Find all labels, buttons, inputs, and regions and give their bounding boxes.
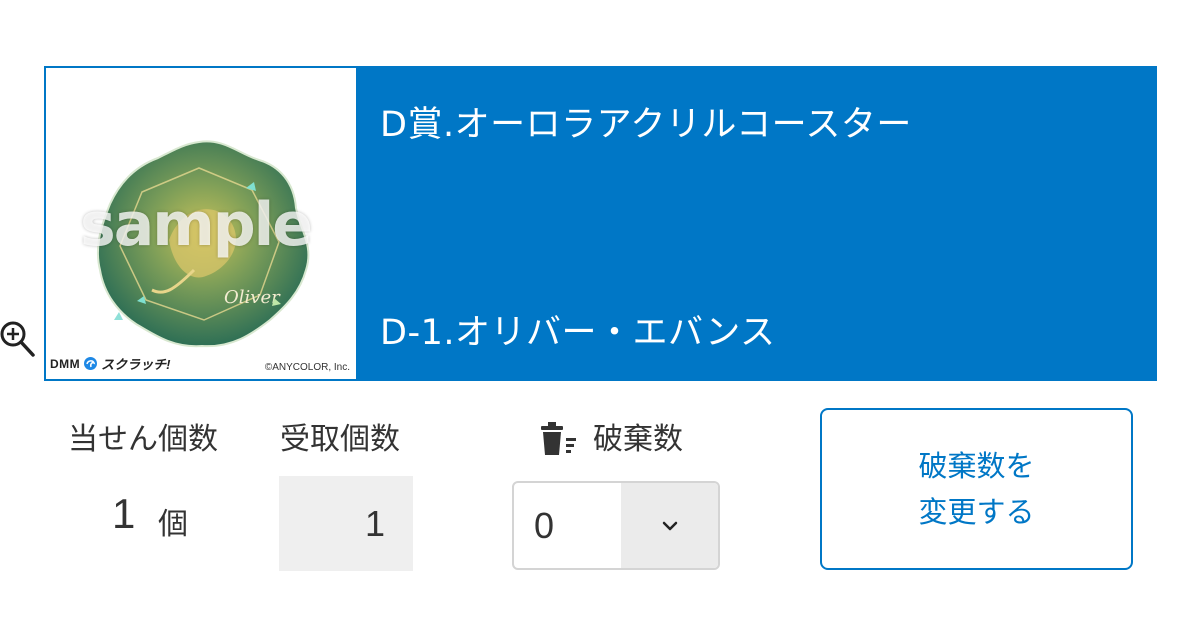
won-count-value: 1	[112, 490, 136, 537]
received-count-field: 1	[279, 476, 413, 571]
discard-count-label: 破棄数	[593, 422, 683, 457]
dmm-scratch-logo: DMM スクラッチ!	[50, 354, 171, 373]
prize-info: D賞.オーロラアクリルコースター D-1.オリバー・エバンス	[358, 68, 1155, 379]
prize-variant: D-1.オリバー・エバンス	[380, 313, 776, 353]
select-arrow[interactable]	[621, 483, 718, 568]
prize-image[interactable]: Oliver sample DMM スクラッチ! ©ANYCOLOR, Inc.	[46, 68, 358, 379]
discard-count-select[interactable]: 0	[512, 481, 720, 570]
change-discard-label-line1: 破棄数を	[918, 449, 1035, 483]
received-count-label: 受取個数	[280, 422, 400, 457]
zoom-in-icon[interactable]	[0, 314, 36, 358]
prize-title: D賞.オーロラアクリルコースター	[380, 105, 912, 145]
swirl-icon	[84, 357, 98, 370]
change-discard-button[interactable]: 破棄数を 変更する	[820, 408, 1133, 570]
copyright-text: ©ANYCOLOR, Inc.	[264, 362, 350, 373]
won-count-unit: 個	[158, 507, 188, 542]
won-count-label: 当せん個数	[68, 422, 218, 457]
logo-text: スクラッチ!	[101, 357, 171, 372]
chevron-down-icon	[662, 521, 677, 530]
prize-card: Oliver sample DMM スクラッチ! ©ANYCOLOR, Inc.…	[44, 66, 1157, 381]
trash-icon	[541, 422, 576, 455]
sample-watermark: sample	[80, 190, 313, 260]
discard-count-value[interactable]: 0	[514, 483, 621, 568]
change-discard-label-line2: 変更する	[918, 495, 1035, 529]
